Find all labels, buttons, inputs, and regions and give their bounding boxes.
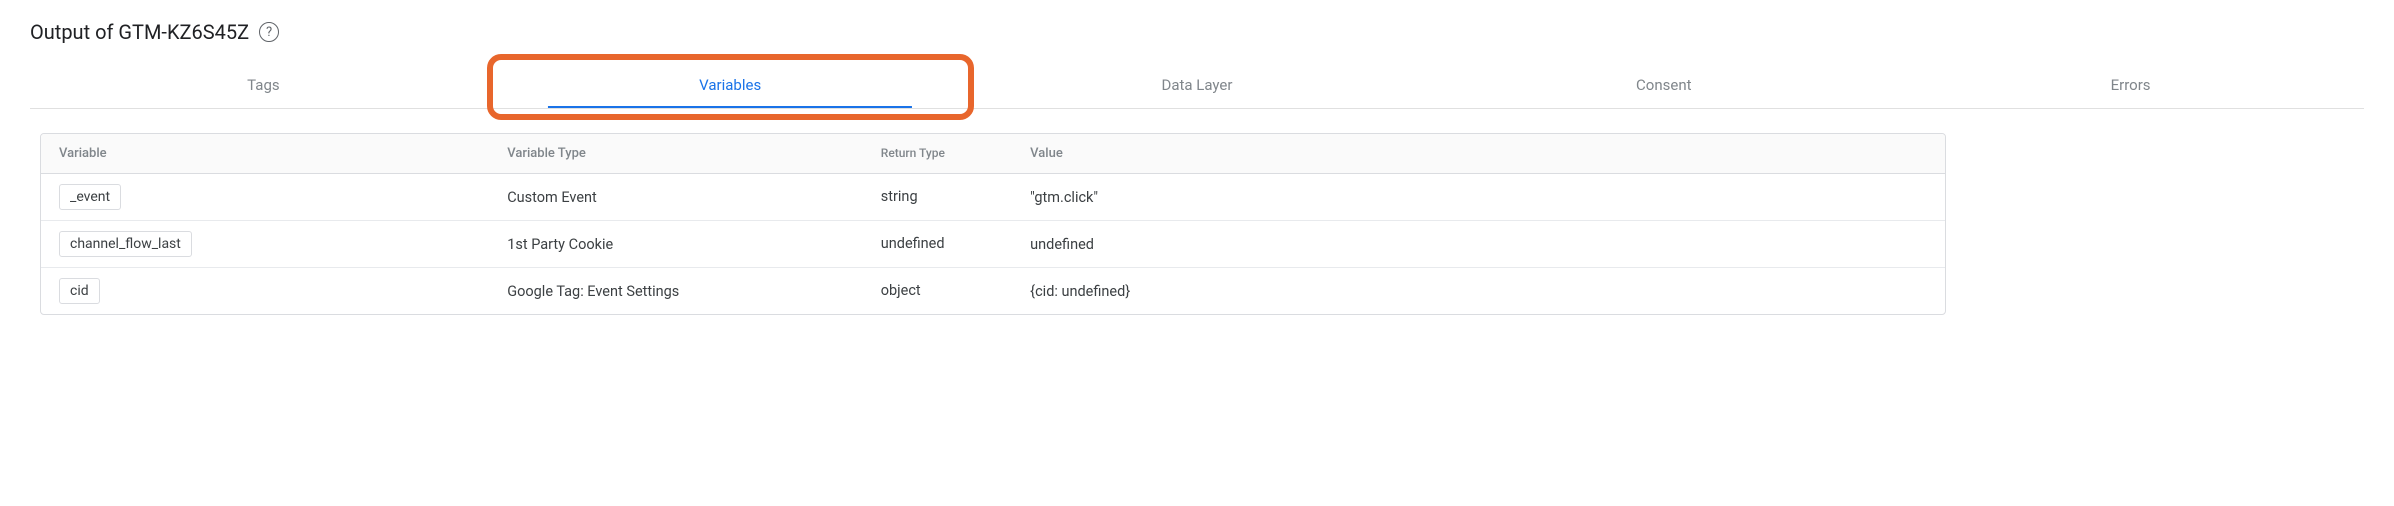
- table-row[interactable]: cid Google Tag: Event Settingsobject{cid:…: [41, 268, 1945, 314]
- page-title: Output of GTM-KZ6S45Z: [30, 20, 249, 44]
- cell-value: {cid: undefined}: [1030, 283, 1927, 300]
- cell-variable-type: Google Tag: Event Settings: [507, 283, 881, 300]
- header-variable-type: Variable Type: [507, 146, 881, 161]
- tabs-wrapper: TagsVariablesData LayerConsentErrors: [30, 62, 2364, 109]
- header-variable: Variable: [59, 146, 507, 161]
- cell-return-type: object: [881, 282, 1030, 299]
- cell-variable: cid: [59, 278, 507, 304]
- cell-return-type: undefined: [881, 235, 1030, 252]
- content-area: Variable Variable Type Return Type Value…: [30, 133, 2364, 315]
- table-row[interactable]: _event Custom Eventstring"gtm.click": [41, 174, 1945, 221]
- header-return-type: Return Type: [881, 146, 1030, 160]
- cell-variable: _event: [59, 184, 507, 210]
- page-container: Output of GTM-KZ6S45Z ? TagsVariablesDat…: [0, 0, 2394, 315]
- cell-variable: channel_flow_last: [59, 231, 507, 257]
- variable-chip[interactable]: _event: [59, 184, 121, 210]
- tab-variables[interactable]: Variables: [497, 62, 964, 108]
- table-row[interactable]: channel_flow_last1st Party Cookieundefin…: [41, 221, 1945, 268]
- header-value: Value: [1030, 146, 1927, 161]
- cell-return-type: string: [881, 188, 1030, 205]
- header: Output of GTM-KZ6S45Z ?: [30, 20, 2364, 44]
- table-body: _event Custom Eventstring"gtm.click" chann…: [41, 174, 1945, 314]
- tabs: TagsVariablesData LayerConsentErrors: [30, 62, 2364, 108]
- help-icon[interactable]: ?: [259, 22, 279, 42]
- tab-errors[interactable]: Errors: [1897, 62, 2364, 108]
- variable-chip[interactable]: cid: [59, 278, 100, 304]
- tab-data-layer[interactable]: Data Layer: [964, 62, 1431, 108]
- tab-tags[interactable]: Tags: [30, 62, 497, 108]
- table-header-row: Variable Variable Type Return Type Value: [41, 134, 1945, 174]
- cell-variable-type: Custom Event: [507, 189, 881, 206]
- cell-variable-type: 1st Party Cookie: [507, 236, 881, 253]
- tab-consent[interactable]: Consent: [1430, 62, 1897, 108]
- cell-value: undefined: [1030, 236, 1927, 253]
- variable-chip[interactable]: channel_flow_last: [59, 231, 192, 257]
- variables-table: Variable Variable Type Return Type Value…: [40, 133, 1946, 315]
- cell-value: "gtm.click": [1030, 189, 1927, 206]
